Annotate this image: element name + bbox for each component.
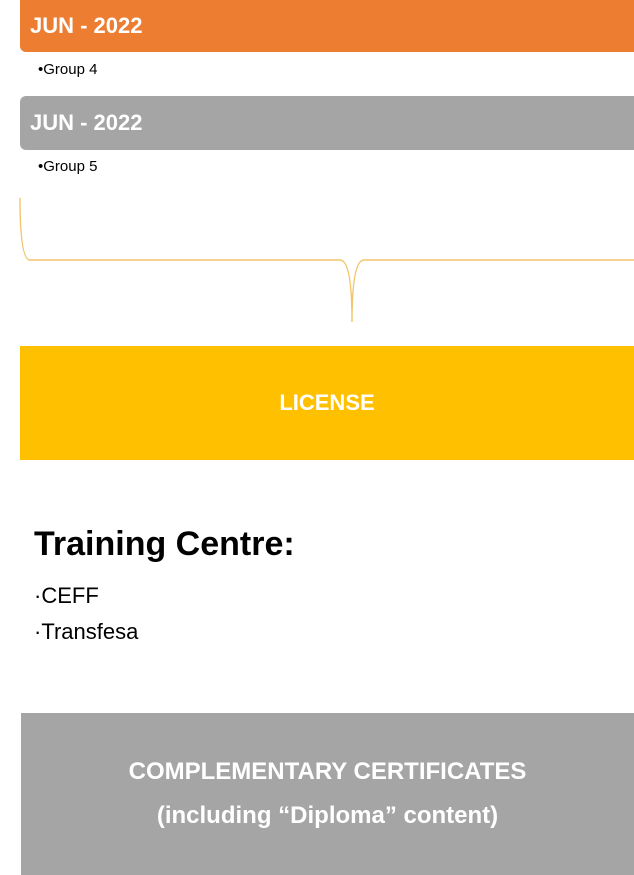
timeline-item-group-4: •Group 4 [38,61,98,78]
brace-connector [19,197,634,323]
timeline-bar-group-5: JUN - 2022 [20,96,634,150]
training-centre-title: Training Centre: [34,525,295,563]
timeline-bar-group-4: JUN - 2022 [20,0,634,52]
timeline-date: JUN - 2022 [30,110,143,135]
training-centre-item-transfesa: ·Transfesa [34,619,139,644]
complementary-certificates-box: COMPLEMENTARY CERTIFICATES (including “D… [21,713,634,875]
license-label: LICENSE [279,390,375,415]
timeline-item-group-5: •Group 5 [38,158,98,175]
timeline-date: JUN - 2022 [30,13,143,38]
training-centre-item-ceff: ·CEFF [34,583,99,608]
certificates-line-1: COMPLEMENTARY CERTIFICATES [128,758,527,785]
license-box: LICENSE [20,346,634,460]
certificates-line-2: (including “Diploma” content) [156,802,499,829]
